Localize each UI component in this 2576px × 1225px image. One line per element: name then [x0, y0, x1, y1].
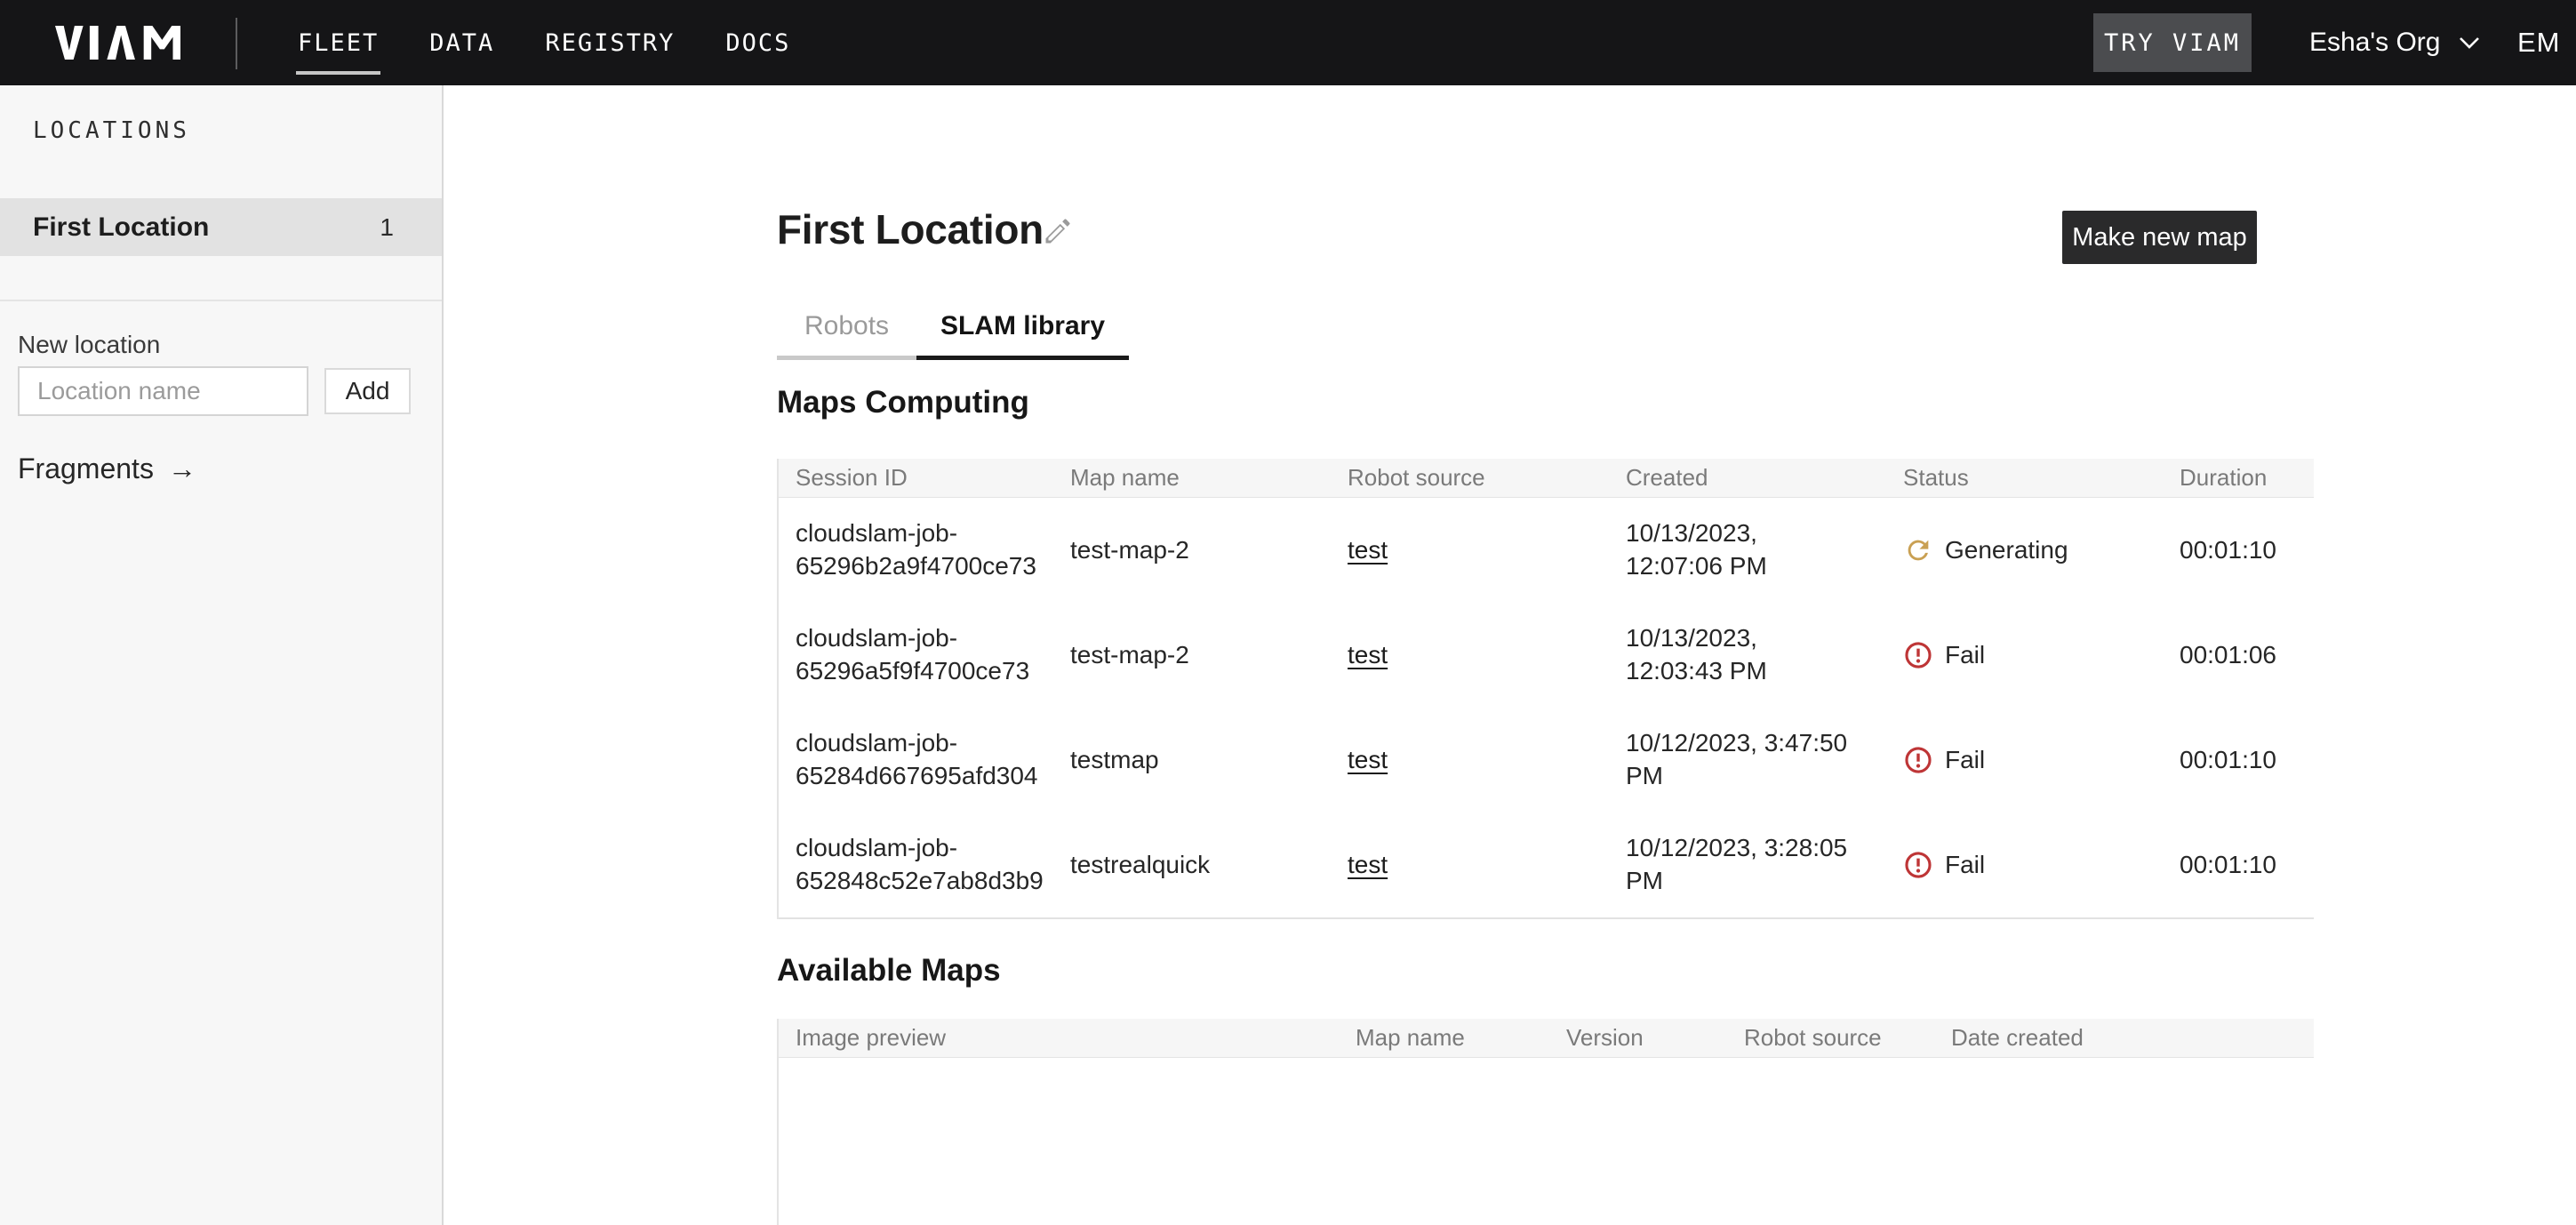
created-timestamp: 10/12/2023, 3:47:50 PM	[1609, 727, 1886, 793]
session-id: cloudslam-job-65284d667695afd304	[779, 727, 1053, 793]
session-id: cloudslam-job-65296b2a9f4700ce73	[779, 517, 1053, 583]
maps-computing-heading: Maps Computing	[777, 385, 1029, 420]
user-menu[interactable]: EM	[2517, 0, 2561, 85]
nav-item-data[interactable]: DATA	[428, 24, 496, 62]
robot-source-link[interactable]: test	[1348, 641, 1388, 669]
location-count-badge: 1	[380, 213, 394, 242]
created-timestamp: 10/12/2023, 3:28:05 PM	[1609, 832, 1886, 898]
pencil-icon	[1042, 215, 1074, 247]
nav-item-registry[interactable]: REGISTRY	[543, 24, 676, 62]
viam-logo[interactable]: VIAM	[55, 26, 180, 60]
status-label: Fail	[1945, 744, 1985, 777]
col-robot-source: Robot source	[1727, 1024, 1934, 1052]
org-name: Esha's Org	[2309, 28, 2440, 58]
col-session-id: Session ID	[779, 464, 1053, 492]
map-name: test-map-2	[1053, 639, 1331, 672]
robot-source-link[interactable]: test	[1348, 536, 1388, 564]
col-created: Created	[1609, 464, 1886, 492]
nav-divider	[236, 18, 237, 69]
error-icon	[1903, 745, 1933, 775]
map-name: test-map-2	[1053, 534, 1331, 567]
table-row: cloudslam-job-65296b2a9f4700ce73 test-ma…	[779, 498, 2314, 603]
status-badge: Fail	[1886, 744, 2163, 777]
col-robot-source: Robot source	[1331, 464, 1609, 492]
duration: 00:01:10	[2163, 744, 2316, 777]
viam-logo-icon	[55, 26, 180, 60]
status-label: Fail	[1945, 849, 1985, 882]
nav-item-fleet[interactable]: FLEET	[296, 24, 380, 62]
new-location-label: New location	[18, 331, 160, 359]
col-version: Version	[1549, 1024, 1727, 1052]
status-label: Fail	[1945, 639, 1985, 672]
try-viam-button[interactable]: TRY VIAM	[2093, 13, 2252, 72]
created-timestamp: 10/13/2023, 12:07:06 PM	[1609, 517, 1886, 583]
map-name: testmap	[1053, 744, 1331, 777]
available-maps-table: Image preview Map name Version Robot sou…	[777, 1019, 2314, 1058]
nav-item-docs[interactable]: DOCS	[724, 24, 792, 62]
location-name: First Location	[33, 212, 209, 243]
tab-bar: Robots SLAM library	[777, 311, 1129, 360]
status-label: Generating	[1945, 534, 2068, 567]
session-id: cloudslam-job-652848c52e7ab8d3b9	[779, 832, 1053, 898]
new-location-input[interactable]	[18, 366, 308, 416]
sidebar-item-first-location[interactable]: First Location 1	[0, 198, 442, 256]
edit-location-name-button[interactable]	[1038, 212, 1077, 252]
available-maps-header-row: Image preview Map name Version Robot sou…	[779, 1019, 2314, 1058]
locations-sidebar: LOCATIONS First Location 1 New location …	[0, 85, 444, 1225]
table-row: cloudslam-job-65284d667695afd304 testmap…	[779, 708, 2314, 813]
page-title: First Location	[777, 205, 1044, 253]
col-image-preview: Image preview	[779, 1024, 1339, 1052]
duration: 00:01:06	[2163, 639, 2316, 672]
available-maps-empty-body	[777, 1058, 2314, 1225]
error-icon	[1903, 850, 1933, 880]
duration: 00:01:10	[2163, 849, 2316, 882]
sidebar-divider	[0, 300, 442, 301]
error-icon	[1903, 640, 1933, 670]
locations-section-label: LOCATIONS	[33, 117, 190, 144]
table-row: cloudslam-job-65296a5f9f4700ce73 test-ma…	[779, 603, 2314, 708]
status-badge: Fail	[1886, 849, 2163, 882]
maps-computing-body: cloudslam-job-65296b2a9f4700ce73 test-ma…	[779, 498, 2314, 919]
maps-computing-header-row: Session ID Map name Robot source Created…	[779, 459, 2314, 498]
col-map-name: Map name	[1053, 464, 1331, 492]
duration: 00:01:10	[2163, 534, 2316, 567]
robot-source-link[interactable]: test	[1348, 851, 1388, 878]
status-badge: Fail	[1886, 639, 2163, 672]
col-date-created: Date created	[1934, 1024, 2316, 1052]
add-location-button[interactable]: Add	[324, 368, 411, 414]
status-badge: Generating	[1886, 534, 2163, 567]
col-duration: Duration	[2163, 464, 2316, 492]
org-switcher[interactable]: Esha's Org	[2309, 0, 2481, 85]
col-map-name: Map name	[1339, 1024, 1549, 1052]
fragments-label: Fragments	[18, 452, 154, 485]
nav-menu: FLEET DATA REGISTRY DOCS	[296, 0, 792, 85]
chevron-down-icon	[2458, 36, 2481, 50]
tab-robots[interactable]: Robots	[777, 311, 916, 360]
arrow-right-icon: →	[168, 452, 196, 485]
maps-computing-table: Session ID Map name Robot source Created…	[777, 459, 2314, 919]
col-status: Status	[1886, 464, 2163, 492]
created-timestamp: 10/13/2023, 12:03:43 PM	[1609, 622, 1886, 688]
available-maps-heading: Available Maps	[777, 953, 1001, 989]
map-name: testrealquick	[1053, 849, 1331, 882]
make-new-map-button[interactable]: Make new map	[2062, 211, 2257, 264]
top-nav: VIAM FLEET DATA REGISTRY DOCS TRY VIAM E…	[0, 0, 2576, 85]
tab-slam-library[interactable]: SLAM library	[916, 311, 1129, 360]
refresh-icon	[1903, 535, 1933, 565]
session-id: cloudslam-job-65296a5f9f4700ce73	[779, 622, 1053, 688]
fragments-link[interactable]: Fragments →	[18, 452, 196, 485]
table-row: cloudslam-job-652848c52e7ab8d3b9 testrea…	[779, 813, 2314, 917]
robot-source-link[interactable]: test	[1348, 746, 1388, 773]
